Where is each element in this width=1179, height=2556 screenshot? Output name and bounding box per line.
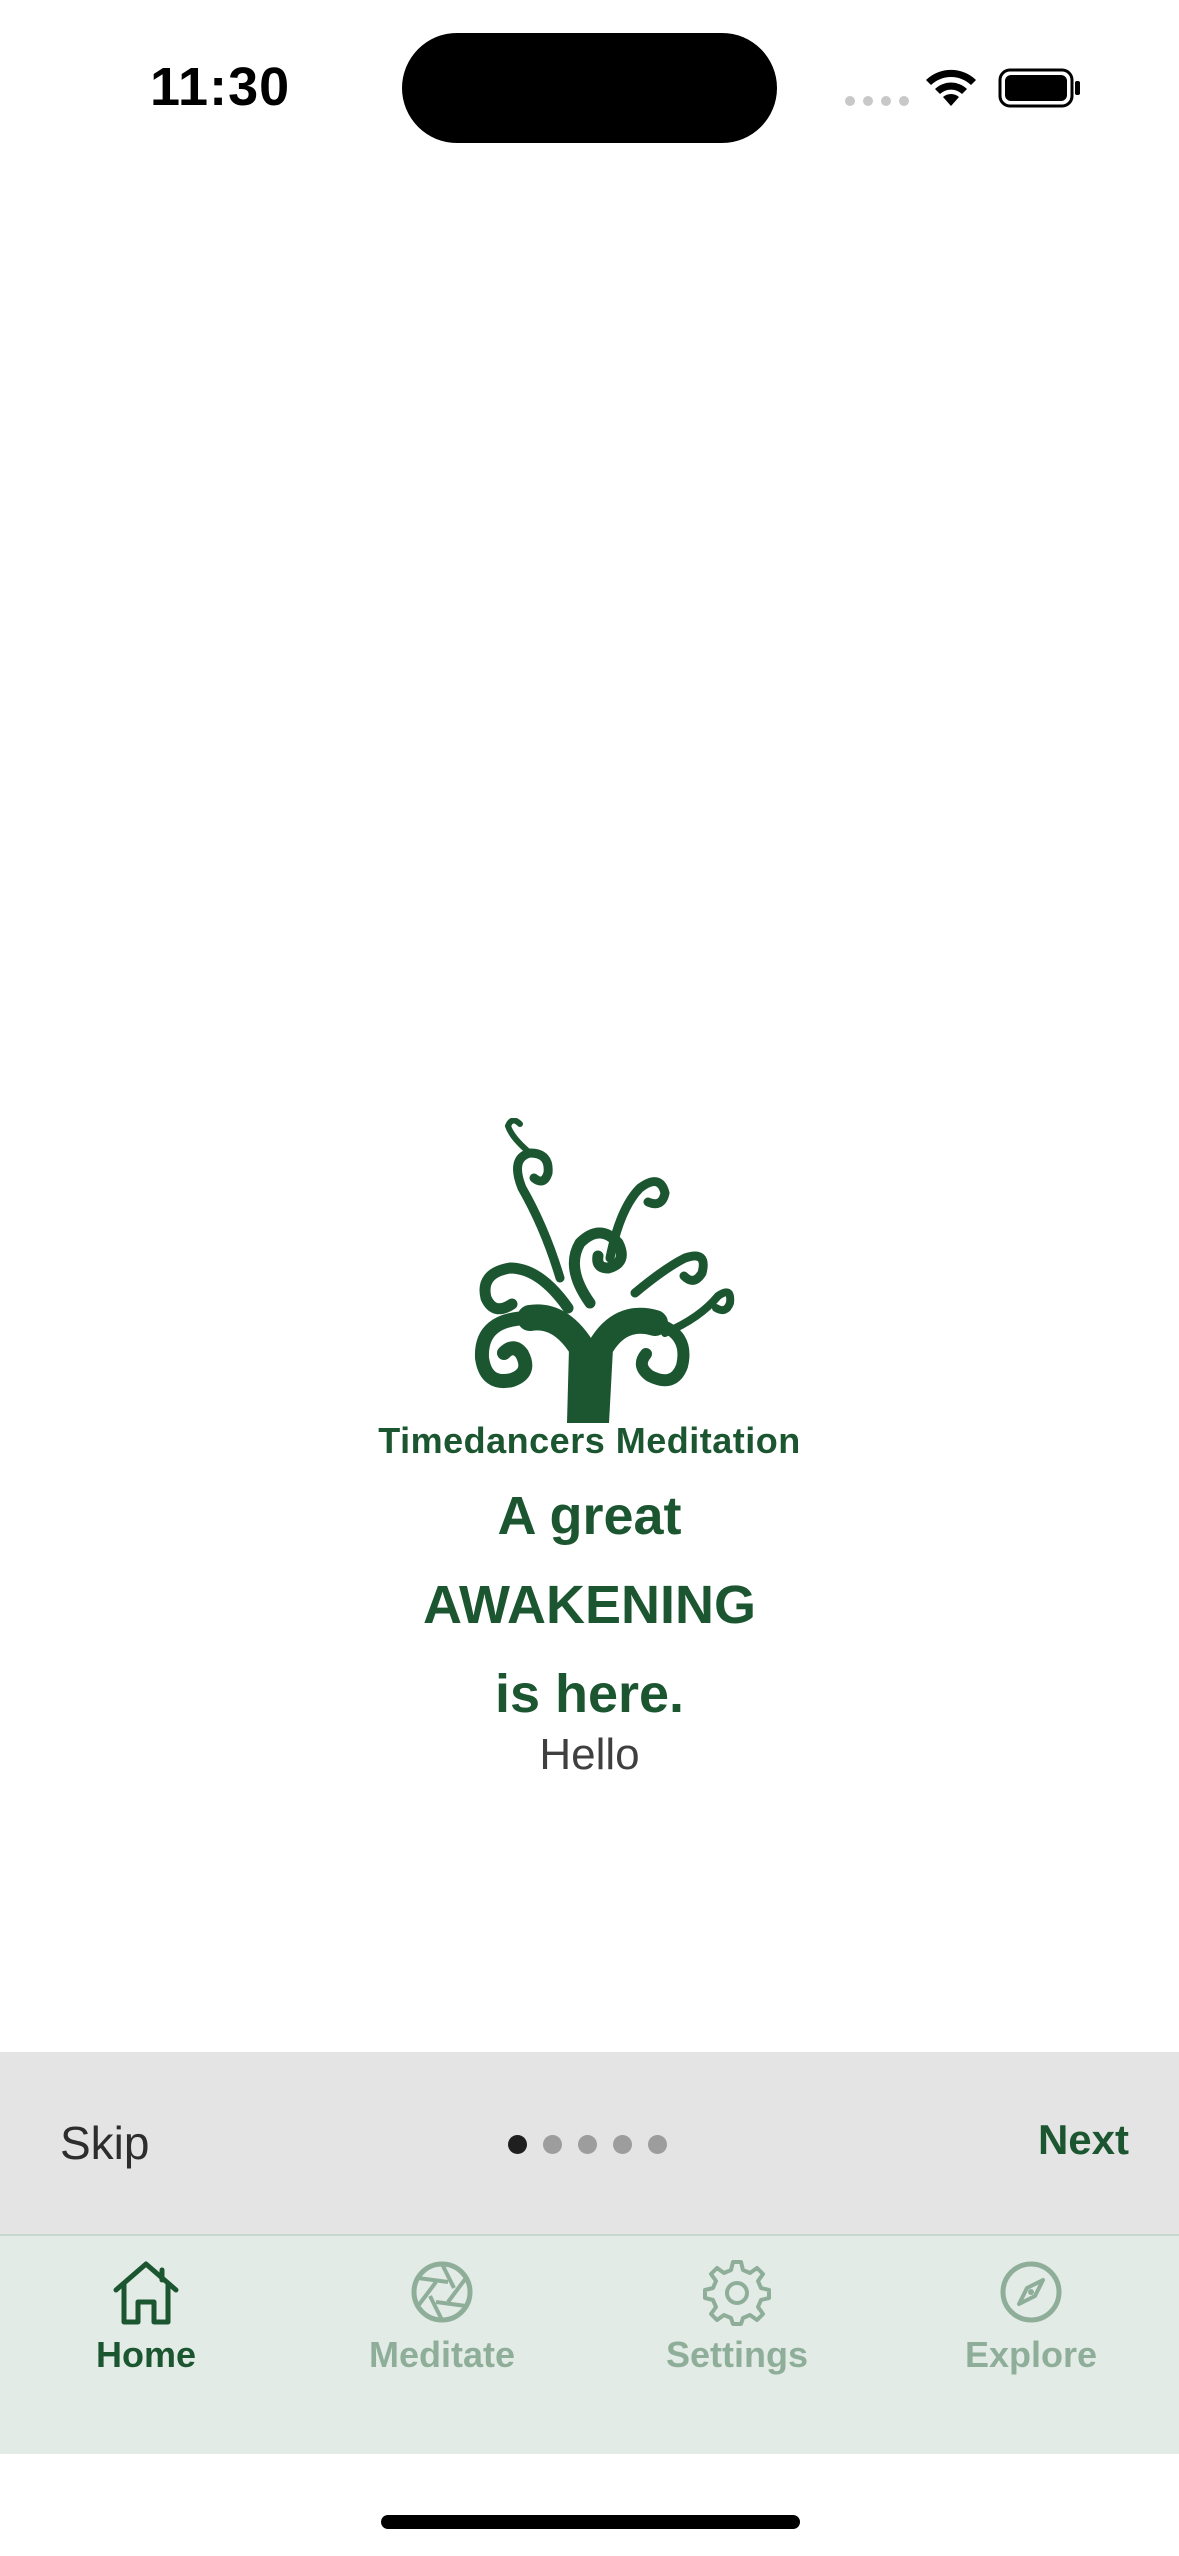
page-dot-2[interactable]	[543, 2135, 562, 2154]
headline-line-3: is here.	[494, 1664, 685, 1724]
dynamic-island	[402, 33, 777, 143]
tab-settings-label: Settings	[665, 2334, 808, 2375]
tab-home[interactable]: Home	[16, 2258, 276, 2398]
headline: A great AWAKENING is here.	[0, 1472, 1179, 1739]
app-name: Timedancers Meditation	[378, 1420, 801, 1461]
onboarding-screen: 11:30 Timedancers Meditation A great AWA…	[0, 0, 1179, 2556]
tab-meditate[interactable]: Meditate	[312, 2258, 572, 2398]
page-indicator[interactable]	[508, 2135, 667, 2154]
tab-explore-label: Explore	[964, 2334, 1098, 2375]
page-dot-4[interactable]	[613, 2135, 632, 2154]
cellular-signal-icon	[845, 96, 909, 106]
status-time: 11:30	[150, 57, 291, 117]
tab-bar: Home Meditate Settings Explore	[0, 2234, 1179, 2454]
home-indicator[interactable]	[381, 2515, 800, 2529]
skip-button[interactable]: Skip	[60, 2116, 149, 2170]
house-icon	[113, 2261, 179, 2325]
headline-line-1: A great	[497, 1486, 682, 1546]
gear-icon	[703, 2260, 771, 2326]
greeting-text: Hello	[539, 1730, 640, 1779]
headline-line-2: AWAKENING	[422, 1575, 757, 1635]
tree-logo	[474, 1118, 735, 1423]
tab-explore[interactable]: Explore	[901, 2258, 1161, 2398]
onboarding-controls: Skip Next	[0, 2052, 1179, 2234]
battery-icon	[998, 68, 1080, 108]
page-dot-1[interactable]	[508, 2135, 527, 2154]
tab-home-label: Home	[95, 2334, 197, 2375]
next-button[interactable]: Next	[1038, 2116, 1129, 2164]
wifi-icon	[926, 69, 976, 106]
page-dot-3[interactable]	[578, 2135, 597, 2154]
tab-settings[interactable]: Settings	[607, 2258, 867, 2398]
tab-meditate-label: Meditate	[368, 2334, 516, 2375]
page-dot-5[interactable]	[648, 2135, 667, 2154]
compass-icon	[1000, 2261, 1062, 2323]
status-bar: 11:30	[0, 0, 1179, 170]
aperture-icon	[411, 2261, 473, 2323]
